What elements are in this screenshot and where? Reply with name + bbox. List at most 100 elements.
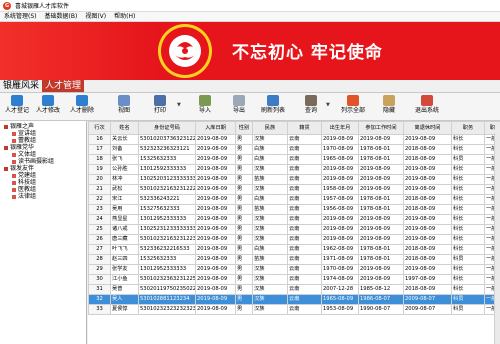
delete-person-button[interactable]: 人才删除 [66,94,98,120]
table-row[interactable]: 32 吴人 530102881123234 2019-08-09 男汉族 云南 1965-0… [88,294,500,305]
app-logo-icon: G [3,1,11,10]
folder-icon [12,138,16,143]
table-cell: 男 [235,174,253,185]
row-number-cell: 28 [88,254,111,265]
table-row[interactable]: 31 吴普 53020119750235022 2019-08-09 男汉族 云南 2007… [88,284,500,295]
tree-item-tech-group[interactable]: 科技组 [0,179,86,186]
table-row[interactable]: 24 燕显星 13012952333333 2019-08-09 男汉族 云南 2019-0… [88,214,500,225]
column-header[interactable]: 姓名 [110,121,139,135]
tree-item-law-group[interactable]: 法律组 [0,193,86,200]
table-cell: 2019-08-09 [403,214,452,225]
row-number-cell: 33 [88,304,111,315]
view-button[interactable]: 视图 [113,94,135,120]
table-row[interactable]: 20 林冲 13025203123333333 2019-08-09 男苗族 云南 2019… [88,174,500,185]
table-cell: 2019-08-09 [195,144,236,155]
print-dropdown-icon[interactable]: ▼ [177,102,181,108]
table-row[interactable]: 18 张飞 15325632333 2019-08-09 男白族 云南 1965-08-09… [88,154,500,165]
table-cell: 男 [235,274,253,285]
table-cell: 云南 [287,174,322,185]
tree-item-lecture-group[interactable]: 宣讲组 [0,130,86,137]
table-cell: 男 [235,154,253,165]
menu-system[interactable]: 系统管理(S) [0,12,41,22]
tree-item-education-group[interactable]: 蕾教组 [0,137,86,144]
table-row[interactable]: 19 公孙胜 13012592333333 2019-08-09 男汉族 云南 2019-0… [88,164,500,175]
table-header-row: 行次 姓名 身份证号码 入库日期 性别 民族 籍贯 出生年月 参加工作时间 离退… [88,121,500,135]
title-bar: G 喜城银雁人才库软件 [0,0,500,12]
tree-group-silver-friends[interactable]: 银发友伴 [0,165,86,172]
search-dropdown-icon[interactable]: ▼ [326,102,330,108]
add-person-icon [11,95,23,106]
list-all-button[interactable]: 列示全部 [336,94,370,120]
tab-yinyan-showcase[interactable]: 银雁风采 [0,80,42,92]
table-cell: 530102323232323232 [138,304,196,315]
export-button[interactable]: 导出 [228,94,250,120]
table-cell: 云南 [287,234,322,245]
table-cell: 2009-08-07 [403,304,452,315]
table-cell: 白族 [252,194,288,205]
list-all-icon [347,95,359,106]
table-row[interactable]: 27 叶飞飞 532336232216533 2019-08-09 男白族 云南 1962-… [88,244,500,255]
table-cell: 男 [235,134,253,145]
column-header[interactable]: 身份证号码 [138,121,196,135]
table-cell: 科长 [451,174,485,185]
add-person-label: 人才登记 [4,107,29,114]
tree-group-yinyan-voice[interactable]: 银雁之声 [0,123,86,130]
search-button[interactable]: 查询 [300,94,322,120]
tab-talent-management[interactable]: 人才管理 [42,80,85,92]
table-row[interactable]: 28 赵三四 15325632333 2019-08-09 男苗族 云南 1971-08-0… [88,254,500,265]
table-cell: 530102037363231225 [138,134,196,145]
column-header[interactable]: 参加工作时间 [358,121,404,135]
add-person-button[interactable]: 人才登记 [2,94,32,120]
table-row[interactable]: 22 宋江 532336243221 2019-08-09 男白族 云南 1957-08-0… [88,194,500,205]
table-row[interactable]: 30 江小鱼 53010232363231225 2019-08-09 男汉族 云南 197… [88,274,500,285]
table-cell: 2019-08-09 [195,184,236,195]
table-cell: 白族 [252,144,288,155]
menu-help[interactable]: 帮助(H) [110,12,139,22]
import-button[interactable]: 导入 [194,94,216,120]
menu-view[interactable]: 视图(V) [81,12,110,22]
menu-bar: 系统管理(S) 基础数据(B) 视图(V) 帮助(H) [0,12,500,22]
column-header[interactable]: 职务 [451,121,485,135]
column-header[interactable]: 入库日期 [195,121,236,135]
table-cell: 2019-08-09 [195,134,236,145]
column-header[interactable]: 民族 [252,121,288,135]
refresh-list-button[interactable]: 刷新列表 [256,94,290,120]
table-row[interactable]: 17 刘备 532323236323121 2019-08-09 男白族 云南 1970-0… [88,144,500,155]
table-cell: 2019-08-09 [358,274,404,285]
table-cell: 江小鱼 [110,274,139,285]
column-header[interactable]: 籍贯 [287,121,322,135]
table-cell: 吴普 [110,284,139,295]
table-row[interactable]: 25 诸八戒 130252312333333333 2019-08-09 男汉族 云南 20… [88,224,500,235]
table-cell: 532336243221 [138,194,196,205]
nav-tabs: 银雁风采 人才管理 [0,80,500,93]
tree-item-party-group[interactable]: 党建组 [0,172,86,179]
table-row[interactable]: 29 张学友 13012952333333 2019-08-09 男汉族 云南 1970-0… [88,264,500,275]
column-header[interactable]: 出生年月 [321,121,359,135]
hide-button[interactable]: 隐藏 [378,94,400,120]
edit-person-button[interactable]: 人才修改 [33,94,63,120]
column-header[interactable]: 离退休时间 [403,121,452,135]
row-number-cell: 25 [88,224,111,235]
tree-label: 读书画摄影组 [18,158,55,165]
tree-item-sports-group[interactable]: 文体组 [0,151,86,158]
table-cell: 汉族 [252,134,288,145]
import-label: 导入 [198,107,211,114]
menu-base-data[interactable]: 基础数据(B) [41,12,82,22]
print-button[interactable]: 打印 [149,94,171,120]
tree-group-yinyan-culture[interactable]: 银雁党华 [0,144,86,151]
table-row[interactable]: 23 吴用 153275632333 2019-08-09 男苗族 云南 1956-08-0… [88,204,500,215]
table-cell: 2019-08-09 [195,284,236,295]
table-row[interactable]: 21 武松 530102321632312225 2019-08-09 男汉族 云南 195… [88,184,500,195]
tree-item-medical-group[interactable]: 医教组 [0,186,86,193]
exit-system-button[interactable]: 退出系统 [410,94,444,120]
column-header[interactable]: 性别 [235,121,253,135]
table-cell: 燕显星 [110,214,139,225]
table-vertical-scrollbar[interactable] [494,133,500,344]
table-row[interactable]: 26 唐三藏 530102321632312232 2019-08-09 男汉族 云南 20… [88,234,500,245]
table-cell: 2019-08-09 [403,164,452,175]
tree-item-reading-photo-group[interactable]: 读书画摄影组 [0,158,86,165]
banner-glow [0,22,160,80]
table-row[interactable]: 16 关云长 530102037363231225 2019-08-09 男汉族 云南 20… [88,134,500,145]
table-row[interactable]: 33 夏侯惇 530102323232323232 2019-08-09 男汉族 云南 19… [88,304,500,315]
column-header[interactable]: 行次 [88,121,111,135]
